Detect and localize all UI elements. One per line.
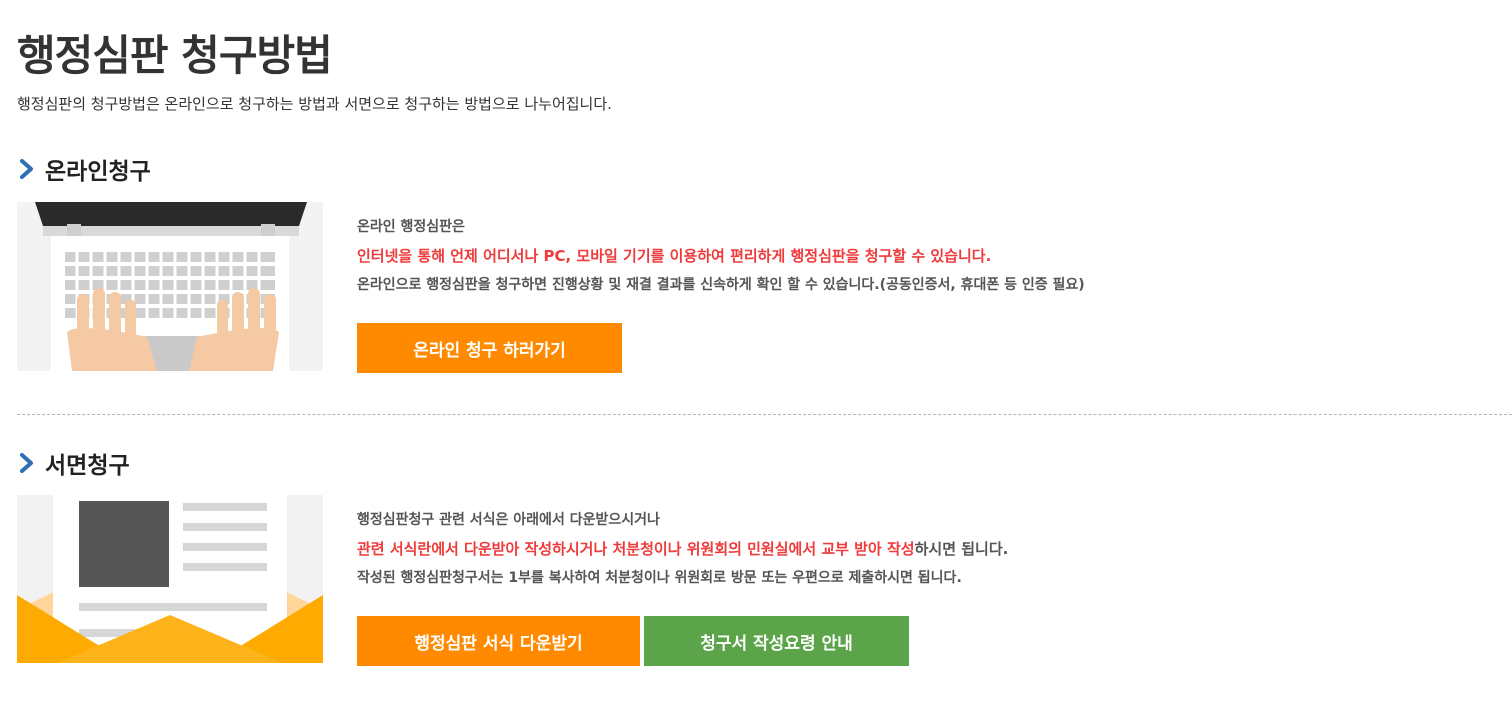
paper-detail-text: 작성된 행정심판청구서는 1부를 복사하여 처분청이나 위원회로 방문 또는 우… xyxy=(357,570,962,586)
chevron-right-icon xyxy=(20,453,33,473)
form-download-button[interactable]: 행정심판 서식 다운받기 xyxy=(357,616,640,666)
document-envelope-illustration xyxy=(17,495,323,663)
paper-highlight-suffix: 하시면 됩니다. xyxy=(914,540,1009,558)
paper-highlight-text: 관련 서식란에서 다운받아 작성하시거나 처분청이나 위원회의 민원실에서 교부… xyxy=(357,540,915,558)
page-title: 행정심판 청구방법 xyxy=(17,31,333,80)
chevron-right-icon xyxy=(20,159,33,179)
online-text-block: 온라인 행정심판은 인터넷을 통해 언제 어디서나 PC, 모바일 기기를 이용… xyxy=(357,213,1085,300)
online-highlight-text: 인터넷을 통해 언제 어디서나 PC, 모바일 기기를 이용하여 편리하게 행정… xyxy=(357,247,992,265)
section-divider xyxy=(17,414,1512,415)
online-heading-label: 온라인청구 xyxy=(45,159,151,185)
writing-guide-button[interactable]: 청구서 작성요령 안내 xyxy=(644,616,909,666)
laptop-illustration xyxy=(17,202,323,371)
online-section-heading: 온라인청구 xyxy=(17,152,151,186)
paper-text-block: 행정심판청구 관련 서식은 아래에서 다운받으시거나 관련 서식란에서 다운받아… xyxy=(357,506,1008,593)
paper-section-heading: 서면청구 xyxy=(17,446,130,480)
paper-heading-label: 서면청구 xyxy=(45,453,130,479)
online-apply-button[interactable]: 온라인 청구 하러가기 xyxy=(357,323,622,373)
paper-intro-text: 행정심판청구 관련 서식은 아래에서 다운받으시거나 xyxy=(357,512,660,528)
page-description: 행정심판의 청구방법은 온라인으로 청구하는 방법과 서면으로 청구하는 방법으… xyxy=(17,95,612,113)
paper-highlight-line: 관련 서식란에서 다운받아 작성하시거나 처분청이나 위원회의 민원실에서 교부… xyxy=(357,535,1008,564)
online-detail-text: 온라인으로 행정심판을 청구하면 진행상황 및 재결 결과를 신속하게 확인 할… xyxy=(357,277,1085,293)
online-intro-text: 온라인 행정심판은 xyxy=(357,219,465,235)
